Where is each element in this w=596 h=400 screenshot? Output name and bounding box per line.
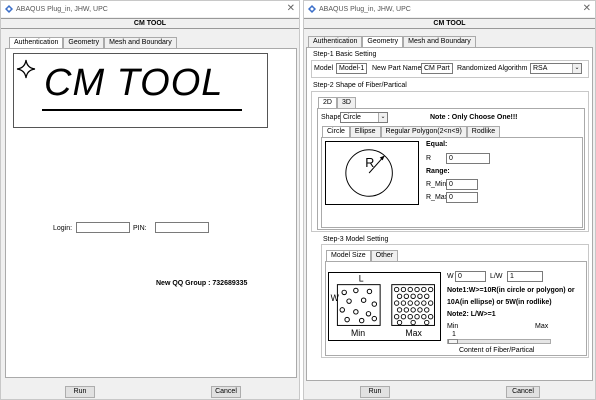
qq-group-text: New QQ Group : 732689335 [156, 280, 248, 287]
step2-group: 2D 3D Shape Circle ⌄ Note : Only Choose … [311, 91, 589, 232]
note2: Note2: L/W>=1 [447, 311, 496, 318]
dim-tab-panel: Shape Circle ⌄ Note : Only Choose One!!!… [317, 108, 585, 230]
shape-select[interactable]: Circle ⌄ [340, 112, 388, 123]
content-slider[interactable] [447, 339, 551, 344]
algorithm-select[interactable]: RSA ⌄ [530, 63, 582, 74]
tab-authentication[interactable]: Authentication [9, 37, 64, 48]
rmin-field[interactable]: 0 [446, 179, 478, 190]
tab-model-size[interactable]: Model Size [326, 250, 371, 261]
equal-label: Equal: [426, 141, 448, 148]
left-toolbox-title: CM TOOL [1, 18, 299, 29]
right-window-title: ABAQUS Plug_in, JHW, UPC [319, 5, 411, 13]
chevron-down-icon: ⌄ [378, 113, 387, 122]
dim-tab-bar: 2D 3D [318, 97, 356, 108]
note1-line1: Note1:W>=10R(in circle or polygon) or [447, 287, 575, 294]
radius-label: R [365, 156, 374, 170]
tab-regular-polygon[interactable]: Regular Polygon(2<n<9) [380, 126, 467, 137]
range-label: Range: [426, 168, 450, 175]
logo-underline [42, 109, 242, 111]
cm-tool-logo: CM TOOL [13, 53, 268, 128]
step3-group: Model Size Other L W Min Max W 0 L/W 1 N… [321, 244, 589, 358]
w-field[interactable]: 0 [455, 271, 486, 282]
shape-value: Circle [343, 114, 361, 121]
algorithm-value: RSA [533, 65, 548, 72]
login-input[interactable] [76, 222, 130, 233]
tab-authentication[interactable]: Authentication [308, 36, 363, 47]
login-label: Login: [53, 225, 73, 232]
model-field[interactable]: Model-1 [336, 63, 367, 74]
tab-rodlike[interactable]: Rodlike [466, 126, 501, 137]
abaqus-app-icon [308, 5, 316, 13]
right-plugin-window: ABAQUS Plug_in, JHW, UPC ✕ CM TOOL Authe… [303, 0, 596, 400]
min-particles [339, 287, 378, 324]
logo-text: CM TOOL [44, 62, 224, 104]
slider-min-label: Min [447, 323, 459, 330]
part-name-label: New Part Name [372, 65, 422, 72]
diagram-max-label: Max [405, 328, 422, 338]
model-size-diagram: L W Min Max [328, 272, 441, 341]
r-label: R [426, 155, 432, 162]
slider-caption: Content of Fiber/Partical [459, 347, 535, 354]
pin-input[interactable] [155, 222, 209, 233]
tab-circle[interactable]: Circle [322, 126, 350, 137]
diagram-l-label: L [359, 274, 364, 284]
lw-field[interactable]: 1 [507, 271, 543, 282]
tab-2d[interactable]: 2D [318, 97, 337, 108]
model-label: Model [314, 65, 334, 72]
left-title-bar: ABAQUS Plug_in, JHW, UPC ✕ [1, 1, 299, 17]
tab-geometry[interactable]: Geometry [362, 36, 404, 47]
tab-mesh-and-boundary[interactable]: Mesh and Boundary [104, 37, 177, 48]
algorithm-label: Randomized Algorithm [457, 65, 528, 72]
note1-line2: 10A(in ellipse) or 5W(in rodlike) [447, 299, 552, 306]
diagram-min-label: Min [351, 328, 365, 338]
shape-note: Note : Only Choose One!!! [430, 114, 518, 121]
step2-title: Step-2 Shape of Fiber/Partical [313, 82, 407, 89]
lw-label: L/W [490, 273, 503, 280]
pin-label: PIN: [133, 225, 147, 232]
left-tab-bar: Authentication Geometry Mesh and Boundar… [9, 37, 177, 48]
slider-thumb[interactable] [448, 339, 458, 344]
left-plugin-window: ABAQUS Plug_in, JHW, UPC ✕ CM TOOL Authe… [0, 0, 300, 400]
rmax-field[interactable]: 0 [446, 192, 478, 203]
right-title-bar: ABAQUS Plug_in, JHW, UPC ✕ [304, 1, 595, 17]
slider-value: 1 [452, 331, 456, 338]
step1-group: Model Model-1 New Part Name CM Part Rand… [311, 60, 589, 78]
right-close-icon[interactable]: ✕ [583, 3, 591, 14]
rmin-label: R_Min [426, 181, 447, 188]
cancel-button[interactable]: Cancel [211, 386, 241, 398]
circle-diagram: R [325, 141, 419, 205]
right-tab-bar: Authentication Geometry Mesh and Boundar… [308, 36, 476, 47]
step3-title: Step-3 Model Setting [323, 236, 389, 243]
right-toolbox-title: CM TOOL [304, 18, 595, 29]
tab-geometry[interactable]: Geometry [63, 37, 105, 48]
diagram-w-label: W [331, 293, 340, 303]
shape-label: Shape [321, 114, 342, 121]
chevron-down-icon: ⌄ [572, 64, 581, 73]
w-label: W [447, 273, 454, 280]
tab-other[interactable]: Other [370, 250, 399, 261]
left-close-icon[interactable]: ✕ [287, 3, 295, 14]
tab-mesh-and-boundary[interactable]: Mesh and Boundary [403, 36, 476, 47]
r-field[interactable]: 0 [446, 153, 490, 164]
run-button[interactable]: Run [360, 386, 390, 398]
slider-max-label: Max [535, 323, 549, 330]
max-particles [393, 286, 434, 326]
run-button[interactable]: Run [65, 386, 95, 398]
cancel-button[interactable]: Cancel [506, 386, 540, 398]
shape-tab-panel: R Equal: R 0 Range: R_Min 0 R_Max 0 [321, 137, 583, 228]
rmax-label: R_Max [426, 194, 449, 201]
step1-title: Step-1 Basic Setting [313, 51, 377, 58]
right-tab-panel: Step-1 Basic Setting Model Model-1 New P… [306, 47, 593, 381]
model-size-panel: L W Min Max W 0 L/W 1 Note1:W>=10R(in ci… [325, 261, 587, 356]
shape-tab-bar: Circle Ellipse Regular Polygon(2<n<9) Ro… [322, 126, 501, 137]
sparkle-icon [16, 59, 36, 79]
abaqus-app-icon [5, 5, 13, 13]
part-name-field[interactable]: CM Part [421, 63, 453, 74]
tab-3d[interactable]: 3D [336, 97, 356, 108]
left-window-title: ABAQUS Plug_in, JHW, UPC [16, 5, 108, 13]
left-tab-panel: CM TOOL Login: PIN: New QQ Group : 73268… [5, 48, 297, 378]
step3-tab-bar: Model Size Other [326, 250, 399, 261]
tab-ellipse[interactable]: Ellipse [349, 126, 381, 137]
